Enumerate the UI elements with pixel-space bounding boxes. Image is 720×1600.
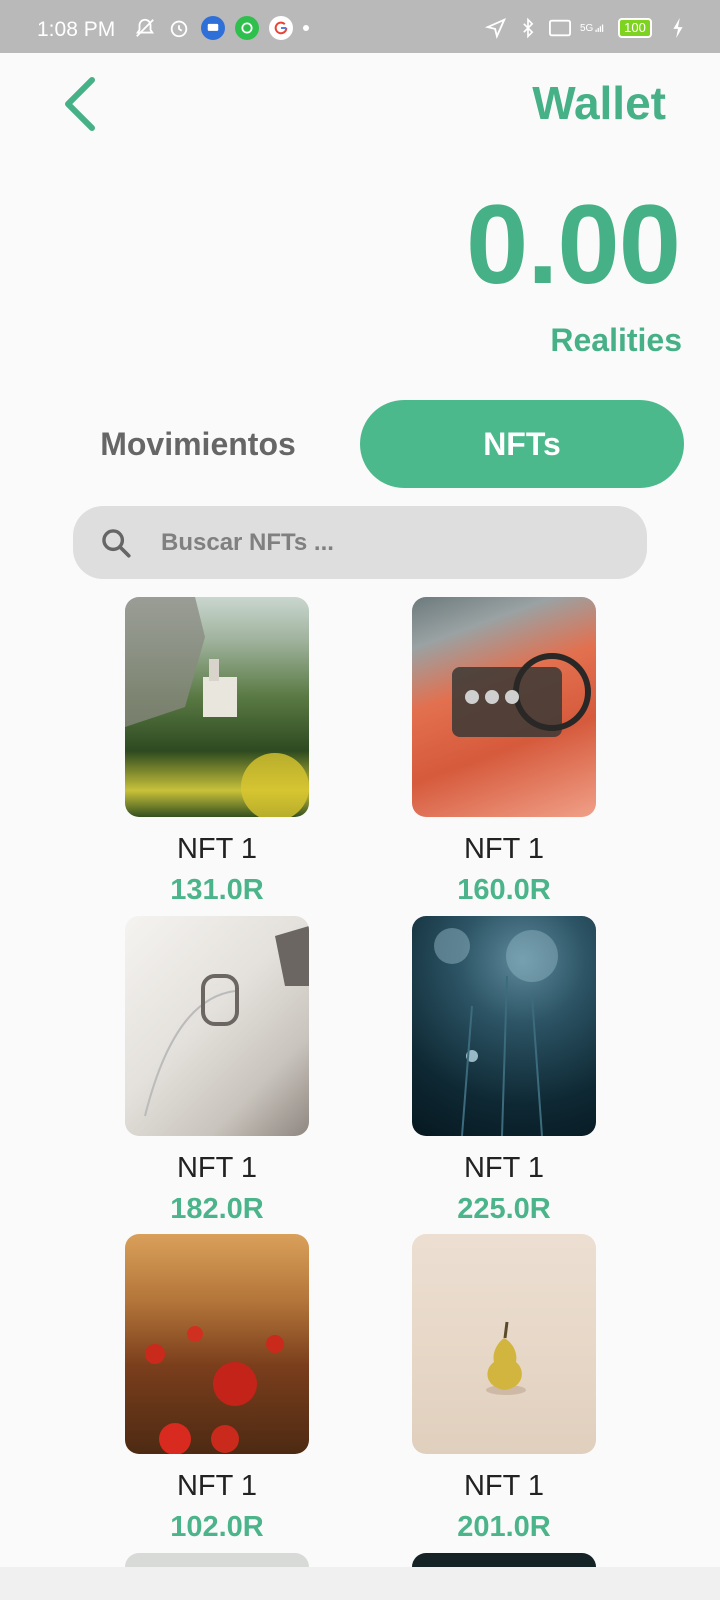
nft-name: NFT 1 <box>463 833 545 865</box>
search-icon <box>102 528 131 558</box>
volte-icon <box>548 16 572 40</box>
tab-nfts[interactable]: NFTs <box>360 400 684 488</box>
notification-icons <box>133 16 309 40</box>
mute-icon <box>133 16 157 40</box>
search-input[interactable] <box>161 528 581 557</box>
system-icons: 5G 100 <box>484 16 690 40</box>
status-bar: 1:08 PM 5G 100 <box>0 0 720 53</box>
currency-label: Realities <box>550 322 682 358</box>
network-type: 5G <box>580 22 594 34</box>
nft-card[interactable]: NFT 1 201.0R <box>412 1234 596 1544</box>
nft-image <box>125 916 309 1136</box>
battery-icon: 100 <box>612 16 658 40</box>
location-icon <box>484 16 508 40</box>
nft-image <box>125 597 309 817</box>
navigation-bar <box>0 1567 720 1600</box>
nft-name: NFT 1 <box>463 1470 545 1502</box>
charging-icon <box>666 16 690 40</box>
status-time: 1:08 PM <box>37 18 116 41</box>
nft-price: 225.0R <box>457 1193 551 1225</box>
page-title: Wallet <box>532 77 666 129</box>
nft-image <box>412 916 596 1136</box>
nft-card[interactable]: NFT 1 225.0R <box>412 916 596 1226</box>
back-button[interactable] <box>58 76 108 132</box>
chevron-left-icon <box>65 77 95 131</box>
nft-image <box>412 597 596 817</box>
nft-image <box>412 1234 596 1454</box>
nft-name: NFT 1 <box>176 1470 258 1502</box>
wallet-balance: 0.00 <box>466 182 681 307</box>
more-notifications-icon <box>303 25 309 31</box>
nft-card[interactable]: NFT 1 182.0R <box>125 916 309 1226</box>
nft-price: 102.0R <box>170 1511 264 1543</box>
alarm-icon <box>167 16 191 40</box>
search-bar[interactable] <box>73 506 647 579</box>
nft-price: 160.0R <box>457 874 551 906</box>
nft-image <box>125 1234 309 1454</box>
bluetooth-icon <box>516 16 540 40</box>
nft-price: 131.0R <box>170 874 264 906</box>
nft-card-partial[interactable] <box>125 1553 309 1567</box>
google-icon <box>269 16 293 40</box>
nft-name: NFT 1 <box>176 1152 258 1184</box>
nft-card-partial[interactable] <box>412 1553 596 1567</box>
tab-movimientos[interactable]: Movimientos <box>68 400 328 488</box>
nft-name: NFT 1 <box>176 833 258 865</box>
messages-icon <box>201 16 225 40</box>
nft-card[interactable]: NFT 1 160.0R <box>412 597 596 907</box>
whatsapp-icon <box>235 16 259 40</box>
nft-name: NFT 1 <box>463 1152 545 1184</box>
nft-price: 182.0R <box>170 1193 264 1225</box>
signal-icon: 5G <box>580 16 604 40</box>
battery-level: 100 <box>618 18 652 38</box>
nft-card[interactable]: NFT 1 102.0R <box>125 1234 309 1544</box>
nft-card[interactable]: NFT 1 131.0R <box>125 597 309 907</box>
nft-price: 201.0R <box>457 1511 551 1543</box>
